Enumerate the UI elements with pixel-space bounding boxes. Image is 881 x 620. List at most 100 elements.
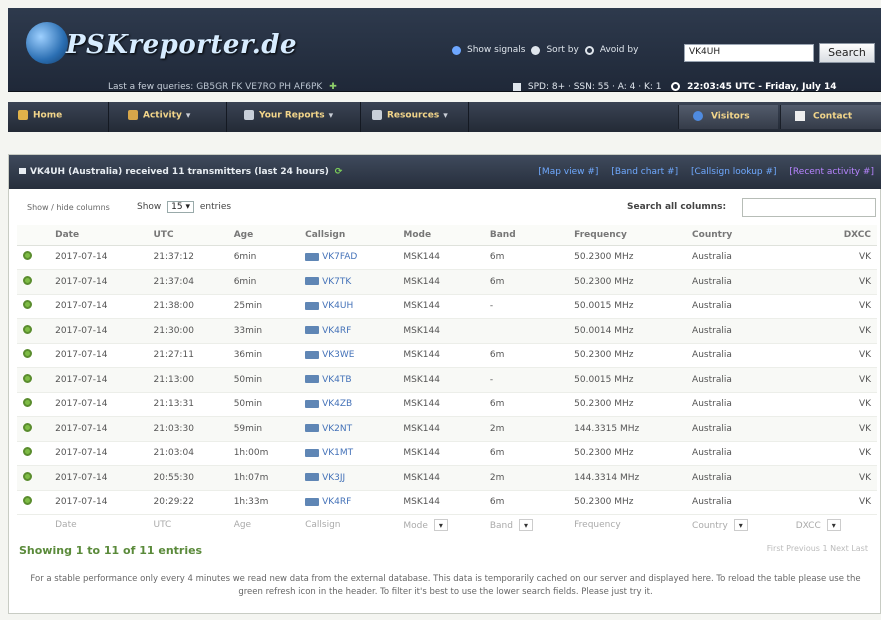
refresh-icon[interactable]: ⟳ — [335, 167, 343, 177]
status-cell — [17, 318, 50, 344]
cell-callsign[interactable]: VK4UH — [299, 294, 398, 319]
cell-dxcc: VK — [789, 269, 877, 295]
details-icon[interactable] — [23, 251, 32, 261]
search-all-input[interactable] — [742, 198, 876, 217]
cell-utc: 21:27:11 — [147, 343, 228, 368]
column-header-mode[interactable]: Mode — [397, 225, 484, 246]
details-icon[interactable] — [23, 422, 32, 432]
nav-activity[interactable]: Activity ▾ — [128, 110, 190, 121]
cell-callsign[interactable]: VK4ZB — [299, 392, 398, 417]
details-icon[interactable] — [23, 373, 32, 383]
cell-age: 59min — [227, 416, 300, 442]
cell-callsign[interactable]: VK4RF — [299, 318, 398, 344]
details-icon[interactable] — [23, 300, 32, 310]
entries-length: Show 15 ▾ entries — [137, 201, 231, 213]
cell-age: 6min — [227, 269, 300, 295]
column-header-dxcc[interactable]: DXCC — [789, 225, 877, 246]
cell-dxcc: VK — [789, 367, 877, 393]
details-icon[interactable] — [23, 349, 32, 359]
details-icon[interactable] — [23, 324, 32, 334]
callsign-link[interactable]: VK4RF — [322, 326, 351, 336]
callsign-link[interactable]: VK4UH — [322, 301, 353, 311]
filter-dropdown[interactable]: ▾ — [826, 518, 841, 531]
cell-callsign[interactable]: VK4RF — [299, 490, 398, 515]
cell-callsign[interactable]: VK4TB — [299, 367, 398, 393]
last-queries-calls[interactable]: GB5GR FK VE7RO PH AF6PK — [196, 82, 322, 92]
column-header-status[interactable] — [17, 225, 50, 246]
cell-mode: MSK144 — [397, 441, 484, 466]
avoid-by-radio[interactable] — [584, 45, 594, 55]
cell-country: Australia — [686, 465, 790, 491]
filter-dropdown[interactable]: ▾ — [518, 518, 533, 531]
pagination[interactable]: First Previous 1 Next Last — [767, 544, 868, 553]
filter-frequency[interactable]: Frequency — [568, 514, 687, 535]
cell-frequency: 50.2300 MHz — [568, 245, 687, 270]
add-icon[interactable]: ✚ — [329, 82, 337, 92]
column-header-callsign[interactable]: Callsign — [299, 225, 398, 246]
cell-callsign[interactable]: VK2NT — [299, 416, 398, 442]
details-icon[interactable] — [23, 496, 32, 506]
callsign-link[interactable]: VK3WE — [322, 350, 354, 360]
sort-by-radio[interactable] — [531, 45, 541, 55]
cell-callsign[interactable]: VK3JJ — [299, 465, 398, 491]
callsign-link[interactable]: VK4TB — [322, 375, 351, 385]
filter-callsign[interactable]: Callsign — [299, 514, 398, 535]
reports-panel: VK4UH (Australia) received 11 transmitte… — [8, 154, 881, 614]
cell-date: 2017-07-14 — [49, 441, 148, 466]
details-icon[interactable] — [23, 275, 32, 285]
callsign-search-input[interactable]: VK4UH — [684, 44, 814, 62]
table-body: 2017-07-14 21:37:12 6min VK7FAD MSK144 6m 50.2… — [17, 245, 877, 515]
callsign-lookup-link[interactable]: [Callsign lookup #] — [691, 167, 777, 177]
callsign-link[interactable]: VK2NT — [322, 424, 352, 434]
filter-utc[interactable]: UTC — [147, 514, 228, 535]
column-header-frequency[interactable]: Frequency — [568, 225, 687, 246]
column-header-country[interactable]: Country — [686, 225, 790, 246]
filter-dropdown[interactable]: ▾ — [733, 518, 748, 531]
status-cell — [17, 245, 50, 270]
filter-age[interactable]: Age — [227, 514, 300, 535]
cell-callsign[interactable]: VK3WE — [299, 343, 398, 368]
callsign-link[interactable]: VK3JJ — [322, 473, 345, 483]
filter-mode[interactable]: Mode ▾ — [397, 514, 484, 535]
utc-clock-text: 22:03:45 UTC - Friday, July 14 — [687, 82, 837, 92]
cell-callsign[interactable]: VK7FAD — [299, 245, 398, 270]
callsign-link[interactable]: VK4RF — [322, 497, 351, 507]
filter-dropdown[interactable]: ▾ — [433, 518, 448, 531]
filter-country[interactable]: Country ▾ — [686, 514, 790, 535]
nav-contact[interactable]: Contact — [780, 105, 881, 129]
callsign-link[interactable]: VK7FAD — [322, 252, 357, 262]
cell-utc: 21:13:31 — [147, 392, 228, 417]
show-hide-columns-button[interactable]: Show / hide columns — [27, 203, 110, 212]
cell-callsign[interactable]: VK7TK — [299, 269, 398, 295]
column-header-age[interactable]: Age — [227, 225, 300, 246]
nav-your-reports[interactable]: Your Reports ▾ — [244, 110, 333, 121]
column-header-band[interactable]: Band — [483, 225, 569, 246]
cell-callsign[interactable]: VK1MT — [299, 441, 398, 466]
map-view-link[interactable]: [Map view #] — [538, 167, 598, 177]
filter-date[interactable]: Date — [49, 514, 148, 535]
column-header-date[interactable]: Date — [49, 225, 148, 246]
filter-band[interactable]: Band ▾ — [483, 514, 569, 535]
nav-activity-label: Activity — [143, 110, 182, 121]
entries-label: entries — [199, 202, 232, 212]
entries-select[interactable]: 15 ▾ — [167, 201, 195, 213]
callsign-link[interactable]: VK4ZB — [322, 399, 352, 409]
callsign-link[interactable]: VK1MT — [322, 448, 353, 458]
site-logo[interactable]: PSKreporter.de — [66, 30, 297, 60]
nav-visitors[interactable]: Visitors — [678, 105, 778, 129]
recent-activity-link[interactable]: [Recent activity #] — [789, 167, 874, 177]
filter-placeholder: Band — [489, 520, 513, 531]
nav-your-reports-label: Your Reports — [259, 110, 325, 121]
show-signals-label[interactable]: Show signals — [467, 45, 525, 55]
band-chart-link[interactable]: [Band chart #] — [611, 167, 678, 177]
cell-date: 2017-07-14 — [49, 269, 148, 295]
callsign-link[interactable]: VK7TK — [322, 277, 351, 287]
details-icon[interactable] — [23, 447, 32, 457]
nav-home[interactable]: Home — [18, 110, 62, 121]
nav-resources[interactable]: Resources ▾ — [372, 110, 448, 121]
details-icon[interactable] — [23, 398, 32, 408]
details-icon[interactable] — [23, 471, 32, 481]
column-header-utc[interactable]: UTC — [147, 225, 228, 246]
filter-dxcc[interactable]: DXCC ▾ — [789, 514, 877, 535]
search-button[interactable]: Search — [819, 43, 875, 63]
